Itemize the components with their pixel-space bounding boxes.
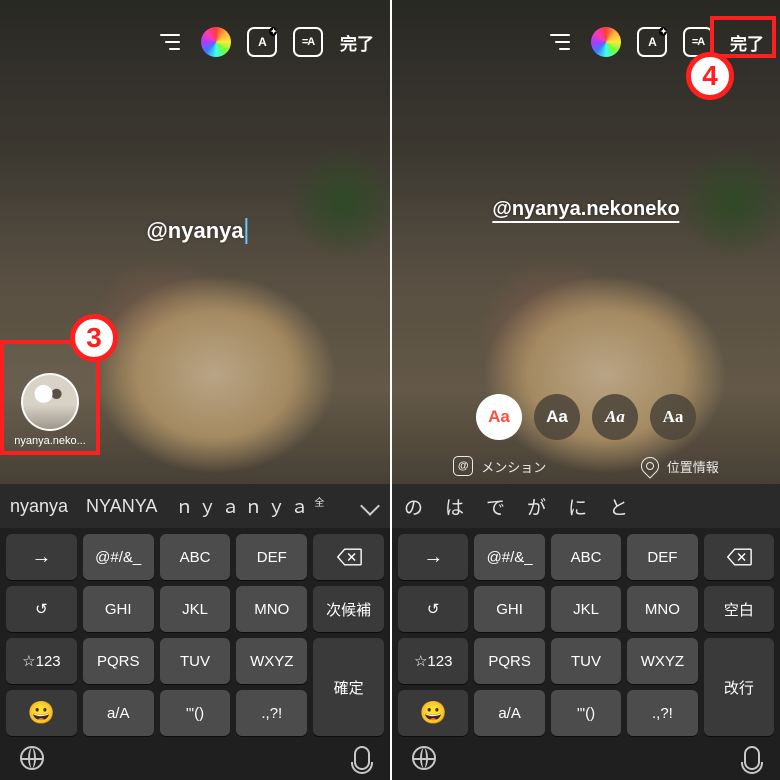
sticker-quick-actions: @ メンション 位置情報	[392, 450, 780, 482]
location-sticker-label: 位置情報	[667, 457, 719, 476]
mention-link-text[interactable]: @nyanya.nekoneko	[492, 198, 679, 223]
key-case[interactable]: a/A	[83, 690, 154, 736]
key-emoji[interactable]: 😀	[398, 690, 468, 736]
text-align-icon[interactable]	[544, 26, 576, 58]
globe-icon[interactable]	[20, 746, 44, 770]
mention-sticker-button[interactable]: @ メンション	[453, 456, 546, 476]
screen-step-3: A✦ =A 完了 @nyanya nyanya.neko... 3 nyanya…	[0, 0, 390, 780]
globe-icon[interactable]	[412, 746, 436, 770]
key-next-candidate[interactable]: 次候補	[313, 586, 384, 632]
key-abc[interactable]: ABC	[160, 534, 231, 580]
annotation-outline-done	[710, 16, 776, 58]
color-picker-icon[interactable]	[590, 26, 622, 58]
key-emoji[interactable]: 😀	[6, 690, 77, 736]
text-align-icon[interactable]	[154, 26, 186, 58]
font-style-option[interactable]: Aa	[534, 394, 580, 440]
story-toolbar: A✦ =A 完了	[0, 22, 390, 62]
key-symbols[interactable]: @#/&_	[474, 534, 544, 580]
ime-suggestion[interactable]: ｎｙａｎｙａ全	[175, 493, 329, 519]
key-abc[interactable]: ABC	[551, 534, 621, 580]
keyboard-bottom-bar	[6, 742, 384, 780]
location-sticker-button[interactable]: 位置情報	[641, 457, 719, 476]
keyboard: → @#/&_ ABC DEF ↺ GHI JKL MNO 空白 ☆123 PQ…	[392, 528, 780, 780]
ime-suggestion[interactable]: が	[527, 493, 546, 520]
ime-suggestion[interactable]: に	[568, 493, 587, 520]
key-ghi[interactable]: GHI	[474, 586, 544, 632]
ime-suggestion[interactable]: nyanya	[10, 496, 68, 517]
key-jkl[interactable]: JKL	[160, 586, 231, 632]
screen-step-4: A✦ =A 完了 4 @nyanya.nekoneko Aa Aa Aa Aa …	[390, 0, 780, 780]
text-effects-button[interactable]: A✦	[636, 26, 668, 58]
mention-icon: @	[453, 456, 473, 476]
text-background-button[interactable]: =A	[292, 26, 324, 58]
key-punct[interactable]: .,?!	[627, 690, 697, 736]
ime-suggestion-bar: の は で が に と	[392, 484, 780, 528]
done-button[interactable]: 完了	[338, 26, 376, 59]
key-undo[interactable]: ↺	[6, 586, 77, 632]
key-backspace[interactable]	[313, 534, 384, 580]
key-punct[interactable]: .,?!	[236, 690, 307, 736]
key-quotes[interactable]: '"()	[551, 690, 621, 736]
mic-icon[interactable]	[744, 746, 760, 770]
location-pin-icon	[637, 453, 662, 478]
ime-suggestion[interactable]: は	[445, 493, 464, 520]
avatar	[21, 373, 79, 431]
annotation-step-4: 4	[686, 52, 734, 100]
keyboard-bottom-bar	[398, 742, 774, 780]
ime-suggestion[interactable]: の	[404, 493, 423, 520]
key-quotes[interactable]: '"()	[160, 690, 231, 736]
key-symbols[interactable]: @#/&_	[83, 534, 154, 580]
font-style-option[interactable]: Aa	[650, 394, 696, 440]
ime-suggestion[interactable]: NYANYA	[86, 496, 157, 517]
key-undo[interactable]: ↺	[398, 586, 468, 632]
text-effects-button[interactable]: A✦	[246, 26, 278, 58]
key-ghi[interactable]: GHI	[83, 586, 154, 632]
key-mno[interactable]: MNO	[236, 586, 307, 632]
ime-suggestion[interactable]: と	[609, 493, 628, 520]
mention-sticker-label: メンション	[481, 457, 546, 476]
suggestion-username: nyanya.neko...	[14, 435, 86, 447]
expand-suggestions-icon[interactable]	[360, 499, 380, 513]
annotation-step-3: 3	[70, 314, 118, 362]
ime-suggestion[interactable]: で	[486, 493, 505, 520]
font-style-picker: Aa Aa Aa Aa	[476, 394, 696, 440]
color-picker-icon[interactable]	[200, 26, 232, 58]
key-def[interactable]: DEF	[236, 534, 307, 580]
key-space[interactable]: 空白	[704, 586, 774, 632]
font-style-option[interactable]: Aa	[476, 394, 522, 440]
mention-input-text[interactable]: @nyanya	[146, 218, 243, 244]
key-mno[interactable]: MNO	[627, 586, 697, 632]
keyboard: → @#/&_ ABC DEF ↺ GHI JKL MNO 次候補 ☆123 P…	[0, 528, 390, 780]
key-def[interactable]: DEF	[627, 534, 697, 580]
font-style-option[interactable]: Aa	[592, 394, 638, 440]
ime-suggestion-bar: nyanya NYANYA ｎｙａｎｙａ全	[0, 484, 390, 528]
mic-icon[interactable]	[354, 746, 370, 770]
key-arrow[interactable]: →	[398, 534, 468, 580]
key-case[interactable]: a/A	[474, 690, 544, 736]
key-backspace[interactable]	[704, 534, 774, 580]
key-arrow[interactable]: →	[6, 534, 77, 580]
key-jkl[interactable]: JKL	[551, 586, 621, 632]
